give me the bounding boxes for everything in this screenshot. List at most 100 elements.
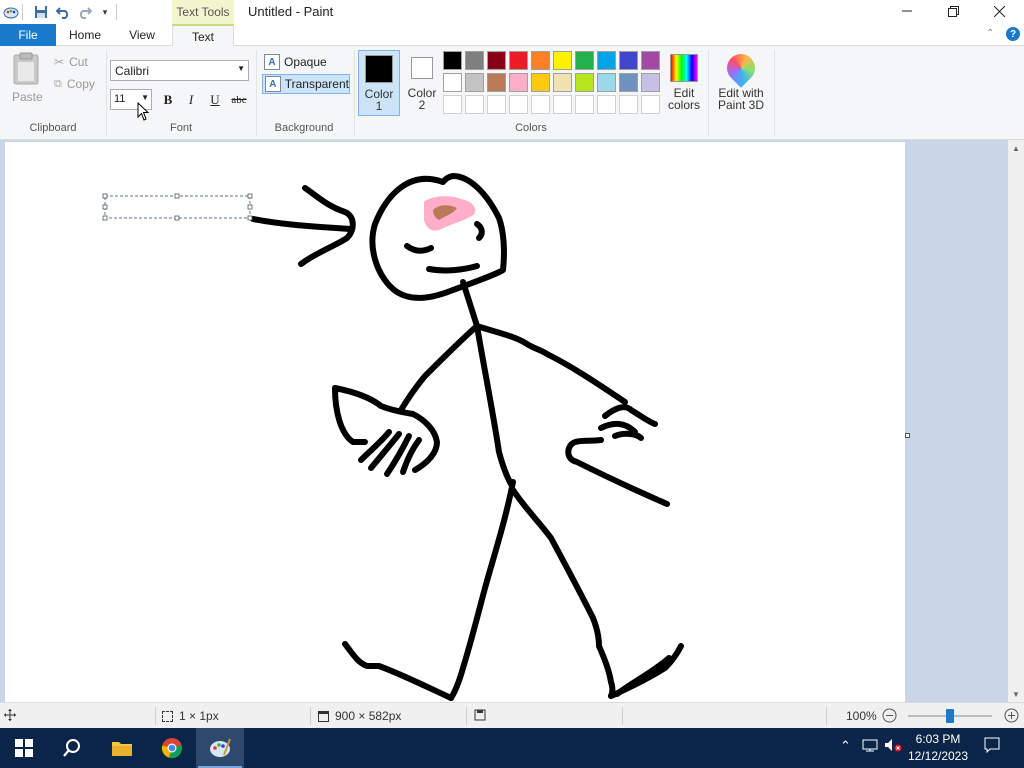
palette-color-swatch[interactable] (465, 95, 484, 114)
palette-color-swatch[interactable] (619, 51, 638, 70)
show-hidden-icons-icon[interactable]: ⌃ (840, 738, 851, 754)
opaque-icon: A (264, 54, 280, 70)
palette-color-swatch[interactable] (575, 73, 594, 92)
transparent-button[interactable]: A Transparent (262, 74, 350, 94)
bold-button[interactable]: B (157, 89, 179, 111)
cursor-position-icon (4, 709, 16, 721)
palette-color-swatch[interactable] (575, 95, 594, 114)
start-button[interactable] (0, 728, 48, 768)
palette-color-swatch[interactable] (509, 73, 528, 92)
palette-color-swatch[interactable] (619, 73, 638, 92)
scroll-down-icon[interactable]: ▼ (1008, 686, 1024, 702)
zoom-in-button[interactable] (1004, 708, 1019, 723)
palette-color-swatch[interactable] (487, 73, 506, 92)
close-button[interactable] (976, 0, 1022, 22)
background-group-label: Background (274, 122, 334, 134)
palette-color-swatch[interactable] (619, 95, 638, 114)
palette-color-swatch[interactable] (443, 51, 462, 70)
edit-colors-button[interactable]: Edit colors (664, 50, 704, 116)
save-icon[interactable] (32, 3, 50, 21)
palette-color-swatch[interactable] (597, 95, 616, 114)
image-size-icon (318, 710, 329, 722)
file-explorer-button[interactable] (98, 728, 146, 768)
zoom-slider-thumb[interactable] (946, 709, 954, 723)
notifications-icon[interactable] (984, 737, 1000, 756)
palette-color-swatch[interactable] (487, 51, 506, 70)
edit-colors-label: Edit colors (667, 86, 700, 112)
undo-icon[interactable] (54, 3, 72, 21)
search-button[interactable] (48, 728, 96, 768)
taskbar-clock[interactable]: 6:03 PM 12/12/2023 (900, 731, 976, 765)
palette-color-swatch[interactable] (641, 51, 660, 70)
tab-home[interactable]: Home (56, 24, 114, 46)
palette-color-swatch[interactable] (531, 95, 550, 114)
canvas-resize-handle[interactable] (905, 433, 910, 438)
zoom-slider[interactable] (908, 709, 992, 723)
color1-button[interactable]: Color 1 (358, 50, 400, 116)
copy-button[interactable]: ⧉ Copy (54, 77, 95, 91)
font-group-label: Font (169, 122, 192, 134)
customize-quick-access-icon[interactable]: ▾ (96, 3, 114, 21)
collapse-ribbon-icon[interactable]: ⌃ (986, 28, 994, 39)
text-selection-box (102, 193, 253, 221)
palette-color-swatch[interactable] (597, 73, 616, 92)
redo-icon[interactable] (76, 3, 94, 21)
palette-color-swatch[interactable] (641, 73, 660, 92)
palette-color-swatch[interactable] (553, 73, 572, 92)
transparent-icon: A (265, 76, 281, 92)
palette-color-swatch[interactable] (597, 51, 616, 70)
palette-color-swatch[interactable] (531, 73, 550, 92)
palette-color-swatch[interactable] (553, 95, 572, 114)
paste-button[interactable]: Paste (12, 90, 43, 104)
palette-color-swatch[interactable] (575, 51, 594, 70)
title-bar: ▾ Text Tools Untitled - Paint (0, 0, 1024, 24)
strikethrough-button[interactable]: abc (228, 89, 250, 111)
paint-app-icon[interactable] (2, 3, 20, 21)
palette-color-swatch[interactable] (509, 51, 528, 70)
vertical-scrollbar[interactable]: ▲ ▼ (1008, 140, 1024, 702)
tab-file[interactable]: File (0, 24, 56, 46)
ribbon-tabs: File Home View Text ⌃ ? (0, 24, 1024, 47)
cut-label: Cut (69, 55, 88, 69)
edit-with-paint3d-button[interactable]: Edit with Paint 3D (712, 48, 770, 116)
zoom-out-button[interactable] (882, 708, 897, 723)
tab-view[interactable]: View (114, 24, 170, 46)
scroll-up-icon[interactable]: ▲ (1008, 140, 1024, 156)
ribbon: Paste ✂ Cut ⧉ Copy Clipboard Calibri ▼ 1… (0, 46, 1024, 140)
palette-color-swatch[interactable] (443, 95, 462, 114)
palette-color-swatch[interactable] (465, 73, 484, 92)
palette-color-swatch[interactable] (641, 95, 660, 114)
chrome-button[interactable] (148, 728, 196, 768)
file-size-icon (474, 709, 486, 721)
image-size-value: 900 × 582px (335, 709, 402, 723)
windows-logo-icon (15, 739, 33, 757)
underline-button[interactable]: U (204, 89, 226, 111)
copy-label: Copy (66, 77, 95, 91)
palette-color-swatch[interactable] (509, 95, 528, 114)
status-bar: 1 × 1px 900 × 582px 100% (0, 702, 1024, 728)
font-family-select[interactable]: Calibri ▼ (110, 60, 249, 81)
help-icon[interactable]: ? (1006, 27, 1020, 41)
minimize-button[interactable] (884, 0, 930, 22)
tab-text[interactable]: Text (172, 24, 234, 47)
palette-color-swatch[interactable] (443, 73, 462, 92)
cut-button[interactable]: ✂ Cut (54, 55, 88, 69)
palette-color-swatch[interactable] (487, 95, 506, 114)
opaque-button[interactable]: A Opaque (262, 52, 350, 72)
drawing-canvas[interactable] (5, 142, 905, 702)
restore-button[interactable] (930, 0, 976, 22)
color2-button[interactable]: Color 2 (401, 50, 443, 116)
cut-icon: ✂ (54, 55, 65, 69)
color1-label: Color 1 (364, 87, 394, 113)
edit-colors-icon (670, 54, 698, 82)
network-icon[interactable] (862, 738, 878, 755)
palette-color-swatch[interactable] (553, 51, 572, 70)
italic-button[interactable]: I (180, 89, 202, 111)
palette-color-swatch[interactable] (531, 51, 550, 70)
clipboard-group-label: Clipboard (29, 122, 77, 134)
text-tools-context-label: Text Tools (172, 0, 234, 24)
paste-icon[interactable] (10, 52, 42, 92)
selection-size-value: 1 × 1px (179, 709, 219, 723)
paint-taskbar-button[interactable] (196, 728, 244, 768)
palette-color-swatch[interactable] (465, 51, 484, 70)
